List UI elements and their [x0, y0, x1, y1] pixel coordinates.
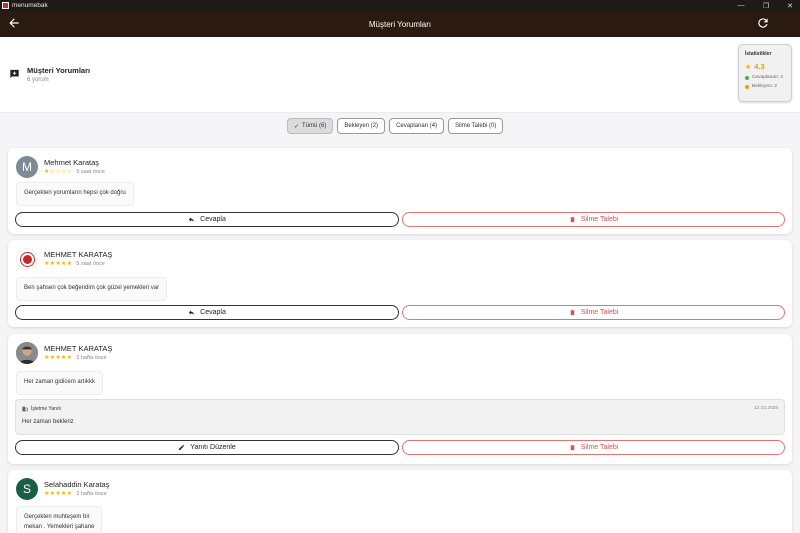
trash-icon — [570, 216, 575, 223]
review-time: 2 hafta önce — [76, 490, 107, 497]
reply-icon — [189, 217, 195, 222]
average-rating-value: 4.3 — [754, 62, 765, 71]
edit-reply-label: Yanıtı Düzenle — [190, 444, 236, 451]
filter-label: Tümü (6) — [302, 123, 327, 129]
delete-request-button[interactable]: Silme Talebi — [402, 212, 785, 227]
business-reply-text: Her zaman bekleriz — [22, 419, 74, 425]
average-rating: ★ 4.3 — [745, 62, 785, 71]
pencil-icon — [179, 444, 185, 451]
avatar: S — [16, 478, 38, 500]
filter-answered[interactable]: Cevaplanan (4) — [389, 118, 445, 134]
filter-label: Cevaplanan (4) — [396, 123, 438, 129]
reply-button[interactable]: Cevapla — [15, 212, 399, 227]
reviewer-name: MEHMET KARATAŞ — [44, 344, 113, 353]
business-reply-label: İşletme Yanıtı — [22, 406, 61, 412]
reviews-header: Müşteri Yorumları 6 yorum — [0, 37, 800, 113]
reviewer-name: MEHMET KARATAŞ — [44, 250, 113, 259]
review-meta: ★☆☆☆☆ 5 saat önce — [44, 168, 105, 176]
logo-icon — [20, 252, 34, 266]
review-meta: ★★★★★ 5 saat önce — [44, 260, 105, 268]
review-count: 6 yorum — [27, 77, 49, 83]
business-reply-date: 12.10.2025 — [753, 406, 778, 411]
rating-stars: ★★★★★ — [44, 261, 73, 267]
statistics-card: İstatistikler ★ 4.3 Cevaplanan: 4 Bekley… — [738, 44, 792, 102]
answered-stat: Cevaplanan: 4 — [745, 75, 785, 80]
review-text: Ben şahsen çok beğendim çok güzel yemekl… — [16, 277, 168, 301]
user-photo-icon — [16, 342, 38, 364]
avatar — [16, 248, 38, 270]
pending-count: Bekleyen: 2 — [752, 84, 778, 89]
rating-stars: ★★★★★ — [44, 355, 73, 361]
review-card: S Selahaddin Karataş ★★★★★ 2 hafta önce … — [8, 470, 792, 533]
review-meta: ★★★★★ 2 hafta önce — [44, 354, 107, 362]
rating-stars: ★☆☆☆☆ — [44, 169, 73, 175]
answered-dot-icon — [745, 75, 749, 80]
review-time: 5 saat önce — [76, 260, 105, 267]
reply-label: Cevapla — [200, 309, 226, 316]
app-logo-icon — [2, 2, 9, 9]
review-time: 2 hafta önce — [76, 354, 107, 361]
window-title: menumebak — [12, 2, 48, 9]
business-icon — [22, 406, 28, 412]
review-card: M Mehmet Karataş ★☆☆☆☆ 5 saat önce Gerçe… — [8, 148, 792, 234]
edit-reply-button[interactable]: Yanıtı Düzenle — [15, 440, 399, 455]
filter-delete-request[interactable]: Silme Talebi (0) — [448, 118, 504, 134]
filter-label: Bekleyen (2) — [344, 123, 379, 129]
filter-chips: ✓ Tümü (6) Bekleyen (2) Cevaplanan (4) S… — [287, 118, 504, 134]
filter-label: Silme Talebi (0) — [455, 123, 497, 129]
reviewer-name: Mehmet Karataş — [44, 158, 100, 167]
delete-label: Silme Talebi — [580, 216, 619, 223]
avatar: M — [16, 156, 38, 178]
filter-pending[interactable]: Bekleyen (2) — [337, 118, 386, 134]
reply-label: Cevapla — [200, 216, 226, 223]
check-icon: ✓ — [294, 123, 300, 130]
window-titlebar: menumebak — ❐ ✕ — [0, 0, 800, 11]
pending-stat: Bekleyen: 2 — [745, 84, 785, 89]
review-text: Her zaman gidicem artıkkk — [16, 371, 104, 395]
reply-button[interactable]: Cevapla — [15, 305, 399, 320]
avatar-letter: M — [22, 160, 32, 174]
review-meta: ★★★★★ 2 hafta önce — [44, 490, 107, 498]
business-reply: İşletme Yanıtı 12.10.2025 Her zaman bekl… — [15, 399, 785, 435]
rating-stars: ★★★★★ — [44, 491, 73, 497]
avatar — [16, 342, 38, 364]
review-text: Gerçekten muhteşem bir mekan . Yemekleri… — [16, 506, 103, 533]
reviewer-name: Selahaddin Karataş — [44, 480, 110, 489]
statistics-title: İstatistikler — [745, 51, 772, 57]
trash-icon — [570, 309, 575, 316]
refresh-icon[interactable] — [756, 16, 770, 30]
delete-request-button[interactable]: Silme Talebi — [402, 305, 785, 320]
trash-icon — [570, 444, 575, 451]
review-card: MEHMET KARATAŞ ★★★★★ 5 saat önce Ben şah… — [8, 240, 792, 327]
answered-count: Cevaplanan: 4 — [752, 75, 783, 80]
review-card: MEHMET KARATAŞ ★★★★★ 2 hafta önce Her za… — [8, 334, 792, 464]
page-title: Müşteri Yorumları — [368, 19, 432, 29]
back-arrow-icon[interactable] — [7, 16, 21, 30]
add-comment-icon — [10, 69, 19, 79]
reply-icon — [189, 310, 195, 315]
review-text-line: mekan . Yemekleri şahane — [24, 523, 95, 530]
business-reply-title: İşletme Yanıtı — [31, 406, 62, 412]
filter-all[interactable]: ✓ Tümü (6) — [287, 118, 334, 134]
review-text: Gerçekten yorumların hepsi çok doğru — [16, 182, 134, 206]
review-time: 5 saat önce — [76, 168, 105, 175]
pending-dot-icon — [745, 84, 749, 89]
avatar-letter: S — [22, 482, 31, 496]
app-bar: Müşteri Yorumları — [0, 11, 800, 37]
delete-request-button[interactable]: Silme Talebi — [402, 440, 785, 455]
header-title: Müşteri Yorumları — [27, 66, 91, 75]
close-icon[interactable]: ✕ — [775, 0, 800, 11]
delete-label: Silme Talebi — [580, 444, 619, 451]
delete-label: Silme Talebi — [580, 309, 619, 316]
review-text-line: Gerçekten muhteşem bir — [24, 514, 90, 520]
star-icon: ★ — [745, 63, 752, 71]
